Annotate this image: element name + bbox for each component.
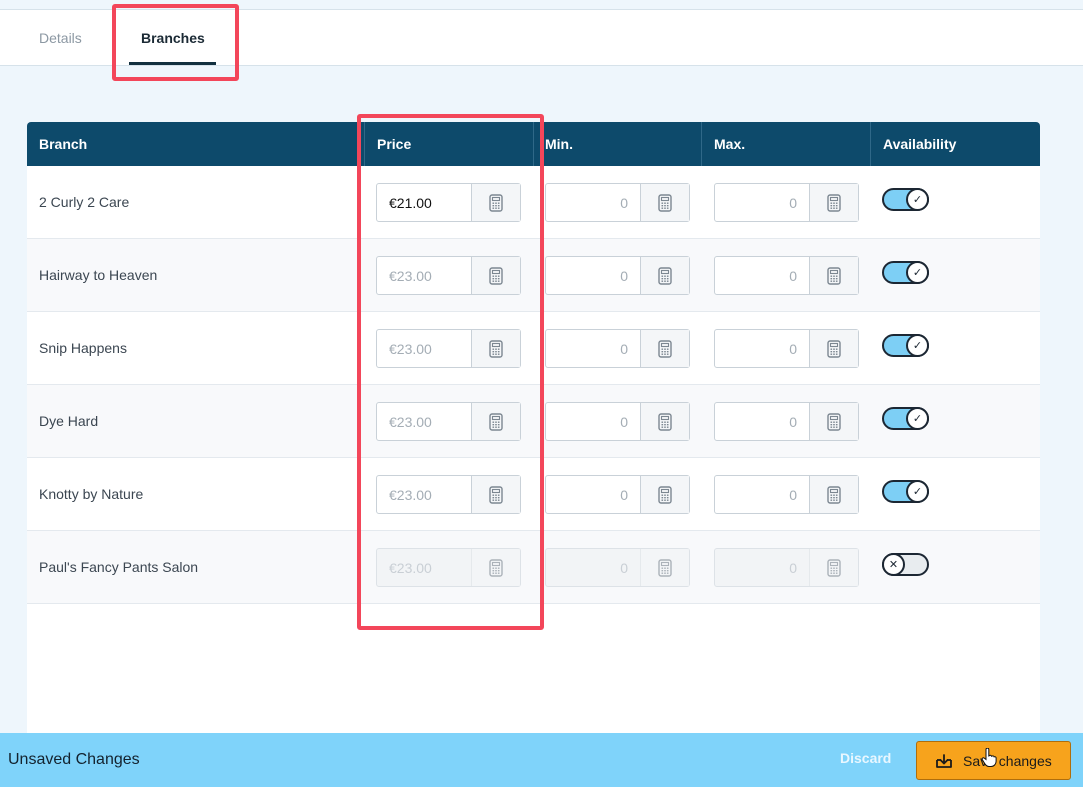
header-branch: Branch xyxy=(39,136,88,152)
max-input[interactable]: 0 xyxy=(714,402,859,441)
max-input: 0 xyxy=(714,548,859,587)
branch-name: Snip Happens xyxy=(39,340,127,356)
calculator-icon xyxy=(827,485,841,504)
calculator-icon xyxy=(658,266,672,285)
highlight-box-tab xyxy=(112,4,239,81)
min-calculator-button[interactable] xyxy=(640,184,689,221)
max-input[interactable]: 0 xyxy=(714,329,859,368)
max-input[interactable]: 0 xyxy=(714,475,859,514)
calculator-icon xyxy=(658,412,672,431)
min-calculator-button[interactable] xyxy=(640,330,689,367)
min-calculator-button[interactable] xyxy=(640,257,689,294)
availability-toggle[interactable]: ✓ xyxy=(882,480,929,503)
calculator-icon xyxy=(658,193,672,212)
check-icon: ✓ xyxy=(906,480,929,503)
calculator-icon xyxy=(827,558,841,577)
branch-name: Paul's Fancy Pants Salon xyxy=(39,559,199,575)
min-value: 0 xyxy=(620,267,628,284)
header-availability: Availability xyxy=(883,136,957,152)
header-min: Min. xyxy=(545,136,573,152)
max-calculator-button[interactable] xyxy=(809,330,858,367)
max-value: 0 xyxy=(789,413,797,430)
max-value: 0 xyxy=(789,340,797,357)
calculator-icon xyxy=(658,485,672,504)
calculator-icon xyxy=(658,339,672,358)
min-input[interactable]: 0 xyxy=(545,475,690,514)
availability-toggle[interactable]: ✓ xyxy=(882,188,929,211)
max-calculator-button[interactable] xyxy=(809,184,858,221)
calculator-icon xyxy=(827,193,841,212)
availability-toggle[interactable]: ✓ xyxy=(882,334,929,357)
branch-name: Dye Hard xyxy=(39,413,99,429)
min-calculator-button[interactable] xyxy=(640,476,689,513)
discard-button[interactable]: Discard xyxy=(840,733,891,783)
check-icon: ✓ xyxy=(906,188,929,211)
availability-toggle[interactable]: ✕ xyxy=(882,553,929,576)
min-input: 0 xyxy=(545,548,690,587)
availability-toggle[interactable]: ✓ xyxy=(882,407,929,430)
min-value: 0 xyxy=(620,194,628,211)
min-input[interactable]: 0 xyxy=(545,402,690,441)
max-calculator-button[interactable] xyxy=(809,257,858,294)
header-divider xyxy=(701,122,702,166)
max-value: 0 xyxy=(789,559,797,576)
max-input[interactable]: 0 xyxy=(714,183,859,222)
x-icon: ✕ xyxy=(882,553,905,576)
min-calculator-button xyxy=(640,549,689,586)
min-input[interactable]: 0 xyxy=(545,329,690,368)
branch-name: 2 Curly 2 Care xyxy=(39,194,130,210)
calculator-icon xyxy=(658,558,672,577)
availability-toggle[interactable]: ✓ xyxy=(882,261,929,284)
max-calculator-button[interactable] xyxy=(809,476,858,513)
min-value: 0 xyxy=(620,486,628,503)
min-value: 0 xyxy=(620,413,628,430)
min-input[interactable]: 0 xyxy=(545,183,690,222)
max-input[interactable]: 0 xyxy=(714,256,859,295)
check-icon: ✓ xyxy=(906,407,929,430)
save-changes-label: Save changes xyxy=(963,752,1052,769)
check-icon: ✓ xyxy=(906,261,929,284)
calculator-icon xyxy=(827,266,841,285)
unsaved-changes-title: Unsaved Changes xyxy=(8,751,140,768)
min-input[interactable]: 0 xyxy=(545,256,690,295)
min-calculator-button[interactable] xyxy=(640,403,689,440)
branch-name: Hairway to Heaven xyxy=(39,267,158,283)
min-value: 0 xyxy=(620,559,628,576)
max-calculator-button[interactable] xyxy=(809,403,858,440)
highlight-box-price-column xyxy=(357,114,544,630)
max-value: 0 xyxy=(789,267,797,284)
check-icon: ✓ xyxy=(906,334,929,357)
download-tray-icon xyxy=(936,753,952,768)
hand-pointer-icon xyxy=(981,748,997,767)
calculator-icon xyxy=(827,412,841,431)
header-max: Max. xyxy=(714,136,746,152)
header-divider xyxy=(870,122,871,166)
max-calculator-button xyxy=(809,549,858,586)
max-value: 0 xyxy=(789,194,797,211)
max-value: 0 xyxy=(789,486,797,503)
calculator-icon xyxy=(827,339,841,358)
min-value: 0 xyxy=(620,340,628,357)
branch-name: Knotty by Nature xyxy=(39,486,144,502)
tab-details[interactable]: Details xyxy=(39,10,82,66)
